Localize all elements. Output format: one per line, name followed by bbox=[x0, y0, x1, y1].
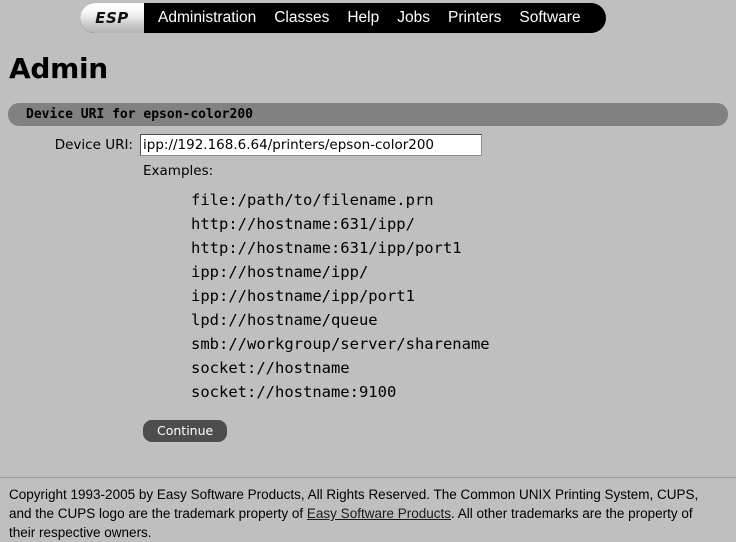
examples-label: Examples: bbox=[143, 163, 214, 179]
list-item: lpd://hostname/queue bbox=[191, 311, 378, 329]
esp-logo[interactable]: ESP bbox=[80, 3, 144, 33]
list-item: file:/path/to/filename.prn bbox=[191, 191, 434, 209]
list-item: socket://hostname bbox=[191, 359, 350, 377]
list-item: smb://workgroup/server/sharename bbox=[191, 335, 490, 353]
footer-divider bbox=[0, 476, 736, 478]
continue-button[interactable]: Continue bbox=[143, 420, 228, 442]
list-item: http://hostname:631/ipp/port1 bbox=[191, 239, 462, 257]
page-title: Admin bbox=[9, 52, 108, 85]
section-header-bar: Device URI for epson-color200 bbox=[8, 103, 728, 126]
device-uri-form: Device URI: Examples: file:/path/to/file… bbox=[0, 134, 736, 442]
device-uri-label: Device URI: bbox=[54, 137, 133, 153]
nav-item-software[interactable]: Software bbox=[510, 3, 589, 33]
nav-item-jobs[interactable]: Jobs bbox=[388, 3, 439, 33]
section-header-label: Device URI for epson-color200 bbox=[26, 107, 253, 122]
nav-item-administration[interactable]: Administration bbox=[144, 3, 265, 33]
nav-item-help[interactable]: Help bbox=[338, 3, 388, 33]
list-item: socket://hostname:9100 bbox=[191, 383, 397, 401]
device-uri-input[interactable] bbox=[140, 134, 482, 156]
device-uri-row: Device URI: bbox=[0, 134, 736, 158]
list-item: ipp://hostname/ipp/ bbox=[191, 263, 369, 281]
footer-copyright: Copyright 1993-2005 by Easy Software Pro… bbox=[9, 485, 721, 542]
form-actions: Continue bbox=[143, 420, 736, 442]
nav-item-printers[interactable]: Printers bbox=[439, 3, 510, 33]
footer-link-easy-software-products[interactable]: Easy Software Products bbox=[307, 506, 451, 521]
nav-item-classes[interactable]: Classes bbox=[265, 3, 338, 33]
main-navigation-bar: ESP Administration Classes Help Jobs Pri… bbox=[80, 3, 606, 33]
list-item: http://hostname:631/ipp/ bbox=[191, 215, 415, 233]
examples-list: file:/path/to/filename.prn http://hostna… bbox=[191, 188, 736, 404]
list-item: ipp://hostname/ipp/port1 bbox=[191, 287, 415, 305]
